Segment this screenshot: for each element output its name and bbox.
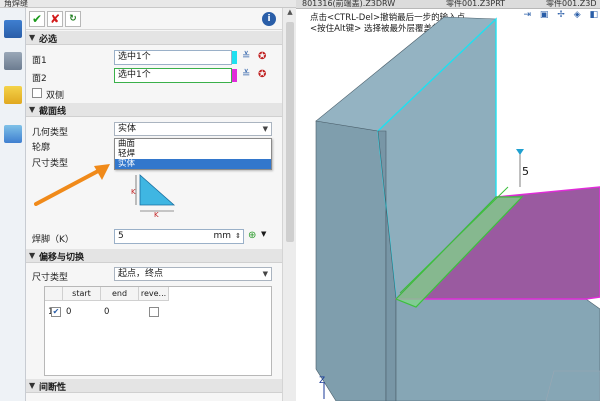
diagram-k-vertical: K (131, 188, 136, 196)
collapse-arrow-icon[interactable]: ▼ (29, 381, 35, 390)
document-tabbar: 801316(前端盖).Z3DRW 零件001.Z3PRT 零件001.Z3D (296, 0, 600, 9)
geometry-type-select[interactable]: 实体 ▼ (114, 122, 272, 136)
geometry-type-dropdown: 曲面 轻焊 实体 (114, 138, 272, 170)
face1-color-swatch (232, 51, 237, 64)
spinner-icon[interactable]: ⇕ (235, 230, 241, 243)
section-profile-title: 截面线 (39, 107, 67, 117)
offset-table: start end reve... 1 ✔ 0 0 (44, 286, 272, 376)
expand-chevron-icon[interactable]: ≚ (242, 69, 250, 80)
z-axis-label: Z (319, 376, 325, 386)
block-left-face (315, 120, 387, 401)
measure-pick-icon[interactable]: ⊕ (248, 230, 256, 241)
geometry-type-value: 实体 (118, 124, 137, 134)
dropdown-option-light[interactable]: 轻焊 (115, 149, 271, 159)
section-offset-title: 偏移与切换 (39, 253, 85, 263)
section-offset[interactable]: ▼ 偏移与切换 (26, 249, 282, 263)
panel-toolbar: ✔ ✘ ↻ i (26, 8, 282, 30)
weld-section-diagram: K K (131, 174, 176, 217)
table-header-end[interactable]: end (101, 287, 139, 301)
tab-drawing[interactable]: 801316(前端盖).Z3DRW (302, 0, 395, 9)
scroll-up-icon[interactable]: ▲ (283, 8, 297, 20)
ok-button[interactable]: ✔ (29, 11, 45, 27)
collapse-arrow-icon[interactable]: ▼ (29, 33, 35, 42)
offset-dim-type-value: 起点，终点 (118, 269, 164, 279)
geometry-type-label: 几何类型 (32, 128, 69, 138)
weld-leg-value: 5 (118, 231, 124, 241)
offset-dim-type-select[interactable]: 起点，终点 ▼ (114, 267, 272, 281)
drag-handle-icon[interactable] (516, 149, 524, 155)
dimension-value-label: 5 (522, 165, 529, 178)
view-manager-icon[interactable] (4, 125, 22, 143)
section-profile[interactable]: ▼ 截面线 (26, 103, 282, 117)
feature-tree-icon[interactable] (4, 20, 22, 38)
collapse-arrow-icon[interactable]: ▼ (29, 105, 35, 114)
contour-label: 轮廓 (32, 143, 51, 153)
section-required[interactable]: ▼ 必选 (26, 31, 282, 45)
weld-leg-unit: mm (213, 231, 231, 241)
table-header-reverse[interactable]: reve... (139, 287, 169, 301)
dropdown-option-solid[interactable]: 实体 (115, 159, 271, 169)
pointer-arrow-icon (34, 164, 110, 206)
face2-field[interactable]: 选中1个 (114, 68, 232, 83)
offset-dim-type-label: 尺寸类型 (32, 273, 69, 283)
face2-label: 面2 (32, 74, 47, 84)
chevron-down-icon[interactable]: ▼ (263, 268, 268, 280)
section-required-title: 必选 (39, 35, 58, 45)
row-reverse-checkbox[interactable] (149, 307, 159, 317)
two-sided-checkbox[interactable] (32, 88, 42, 98)
collapse-arrow-icon[interactable]: ▼ (29, 251, 35, 260)
part-cube-icon[interactable] (4, 86, 22, 104)
table-cell-start[interactable]: 0 (63, 305, 101, 319)
assembly-icon[interactable] (4, 52, 22, 70)
scroll-thumb[interactable] (286, 22, 294, 242)
apply-button[interactable]: ↻ (65, 11, 81, 27)
expand-chevron-icon[interactable]: ≚ (242, 51, 250, 62)
face2-color-swatch (232, 69, 237, 82)
panel-scrollbar[interactable]: ▲ (282, 8, 296, 401)
target-pick-icon[interactable]: ✪ (258, 69, 266, 80)
table-header-cell (45, 287, 63, 301)
window-titlebar: 角焊缝 (0, 0, 296, 8)
cancel-button[interactable]: ✘ (47, 11, 63, 27)
graphics-viewport[interactable]: 点击<CTRL-Del>撤销最后一步的输入点。 <按住Alt键> 选择被最外层覆… (296, 9, 600, 401)
dropdown-option-surface[interactable]: 曲面 (115, 139, 271, 149)
table-header-start[interactable]: start (63, 287, 101, 301)
chevron-down-icon[interactable]: ▼ (263, 123, 268, 135)
face1-field[interactable]: 选中1个 (114, 50, 232, 65)
section-gap[interactable]: ▼ 间断性 (26, 379, 282, 393)
section-gap-title: 间断性 (39, 383, 67, 393)
tab-part-2[interactable]: 零件001.Z3D (546, 0, 597, 9)
left-tool-strip (0, 8, 26, 401)
row-enable-checkbox[interactable]: ✔ (51, 307, 61, 317)
weld-triangle (139, 174, 176, 206)
two-sided-label: 双侧 (46, 91, 65, 101)
weld-leg-input[interactable]: 5 mm ⇕ (114, 229, 244, 244)
chevron-down-icon[interactable]: ▼ (261, 230, 266, 238)
info-icon[interactable]: i (262, 12, 276, 26)
target-pick-icon[interactable]: ✪ (258, 51, 266, 62)
model-3d: 5 Z (315, 16, 600, 401)
tab-part[interactable]: 零件001.Z3PRT (446, 0, 505, 9)
face1-label: 面1 (32, 56, 47, 66)
block-front-face (395, 298, 600, 401)
table-cell-end[interactable]: 0 (101, 305, 139, 319)
diagram-k-horizontal: K (154, 211, 159, 217)
weld-leg-label: 焊脚（K） (32, 235, 74, 245)
